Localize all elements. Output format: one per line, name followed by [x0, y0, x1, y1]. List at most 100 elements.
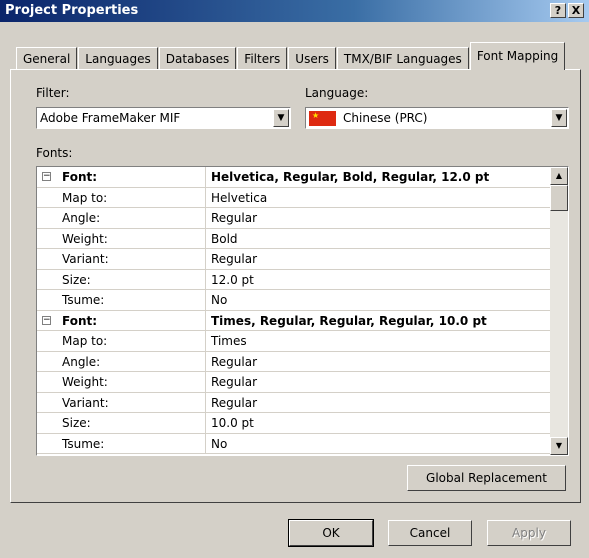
- row-gutter: [37, 413, 57, 433]
- font-property-row[interactable]: Variant: Regular: [37, 249, 550, 270]
- row-gutter: −: [37, 167, 57, 187]
- font-property-row[interactable]: Tsume: No: [37, 433, 550, 454]
- chevron-down-icon[interactable]: ▼: [551, 109, 567, 127]
- language-dropdown[interactable]: ★ Chinese (PRC) ▼: [305, 107, 569, 129]
- window-title: Project Properties: [5, 3, 139, 18]
- scroll-thumb[interactable]: [550, 185, 568, 211]
- column-divider: [205, 392, 206, 412]
- font-property-row[interactable]: Angle: Regular: [37, 351, 550, 372]
- column-divider: [205, 310, 206, 330]
- property-value[interactable]: Helvetica, Regular, Bold, Regular, 12.0 …: [211, 170, 489, 184]
- collapse-icon[interactable]: −: [42, 172, 51, 181]
- scroll-up-arrow-icon[interactable]: ▲: [550, 167, 568, 185]
- apply-button[interactable]: Apply: [487, 520, 571, 546]
- tab-font-mapping[interactable]: Font Mapping: [469, 42, 566, 70]
- font-group-header-row[interactable]: − Font: Helvetica, Regular, Bold, Regular,…: [37, 167, 550, 188]
- global-replacement-button[interactable]: Global Replacement: [407, 465, 566, 491]
- property-value[interactable]: No: [211, 293, 227, 307]
- property-name: Angle:: [62, 211, 101, 225]
- property-name: Variant:: [62, 395, 109, 410]
- font-property-row[interactable]: Variant: Regular: [37, 392, 550, 413]
- china-flag-icon: ★: [309, 111, 336, 126]
- font-property-row[interactable]: Size: 10.0 pt: [37, 413, 550, 434]
- font-property-row[interactable]: Tsume: No: [37, 290, 550, 311]
- column-divider: [205, 351, 206, 371]
- font-property-row[interactable]: Weight: Regular: [37, 372, 550, 393]
- column-divider: [205, 269, 206, 289]
- property-value[interactable]: Regular: [211, 355, 257, 369]
- font-property-row[interactable]: Map to: Helvetica: [37, 187, 550, 208]
- row-gutter: [37, 351, 57, 371]
- column-divider: [205, 433, 206, 453]
- property-value[interactable]: Bold: [211, 232, 238, 246]
- row-gutter: [37, 331, 57, 351]
- row-gutter: [37, 228, 57, 248]
- property-name: Size:: [62, 416, 91, 430]
- property-name: Font:: [62, 170, 98, 184]
- fonts-label: Fonts:: [36, 146, 73, 160]
- column-divider: [205, 413, 206, 433]
- property-value[interactable]: Regular: [211, 396, 257, 410]
- filter-dropdown[interactable]: Adobe FrameMaker MIF ▼: [36, 107, 291, 129]
- tab-filters[interactable]: Filters: [237, 47, 288, 69]
- property-name: Weight:: [62, 375, 108, 389]
- tab-databases[interactable]: Databases: [158, 47, 237, 69]
- row-gutter: −: [37, 310, 57, 330]
- column-divider: [205, 228, 206, 248]
- help-button[interactable]: ?: [550, 3, 566, 18]
- row-gutter: [37, 187, 57, 207]
- property-value[interactable]: Regular: [211, 375, 257, 389]
- property-name: Tsume:: [62, 436, 105, 451]
- row-gutter: [37, 290, 57, 310]
- property-value[interactable]: Times, Regular, Regular, Regular, 10.0 p…: [211, 314, 487, 328]
- property-value[interactable]: Times: [211, 334, 247, 348]
- font-property-row[interactable]: Weight: Bold: [37, 228, 550, 249]
- chevron-down-icon[interactable]: ▼: [273, 109, 289, 127]
- grid-rows: − Font: Helvetica, Regular, Bold, Regular,…: [37, 167, 550, 454]
- filter-label: Filter:: [36, 86, 70, 100]
- column-divider: [205, 290, 206, 310]
- close-button[interactable]: X: [568, 3, 584, 18]
- cancel-button[interactable]: Cancel: [388, 520, 472, 546]
- column-divider: [205, 331, 206, 351]
- property-value[interactable]: Regular: [211, 211, 257, 225]
- scroll-down-arrow-icon[interactable]: ▼: [550, 437, 568, 455]
- property-name: Tsume:: [62, 293, 105, 307]
- property-value[interactable]: Helvetica: [211, 191, 267, 205]
- tab-tmx-bif-languages[interactable]: TMX/BIF Languages: [336, 47, 469, 69]
- tab-users[interactable]: Users: [288, 47, 336, 69]
- font-property-row[interactable]: Angle: Regular: [37, 208, 550, 229]
- row-gutter: [37, 372, 57, 392]
- property-name: Map to:: [62, 334, 108, 348]
- row-gutter: [37, 392, 57, 412]
- property-value[interactable]: 10.0 pt: [211, 416, 254, 430]
- font-property-row[interactable]: Size: 12.0 pt: [37, 269, 550, 290]
- font-group-header-row[interactable]: − Font: Times, Regular, Regular, Regular, …: [37, 310, 550, 331]
- column-divider: [205, 187, 206, 207]
- property-value[interactable]: No: [211, 437, 227, 451]
- row-gutter: [37, 433, 57, 453]
- property-name: Variant:: [62, 252, 109, 266]
- row-gutter: [37, 249, 57, 269]
- collapse-icon[interactable]: −: [42, 315, 51, 325]
- property-value[interactable]: Regular: [211, 252, 257, 266]
- ok-button[interactable]: OK: [288, 519, 374, 547]
- property-name: Angle:: [62, 354, 101, 369]
- tab-strip: General Languages Databases Filters User…: [16, 40, 566, 70]
- property-name: Weight:: [62, 231, 108, 246]
- column-divider: [205, 372, 206, 392]
- font-property-grid[interactable]: − Font: Helvetica, Regular, Bold, Regular,…: [36, 166, 569, 456]
- row-gutter: [37, 269, 57, 289]
- row-gutter: [37, 208, 57, 228]
- vertical-scrollbar[interactable]: ▲ ▼: [550, 167, 568, 455]
- column-divider: [205, 208, 206, 228]
- filter-value: Adobe FrameMaker MIF: [40, 111, 181, 125]
- font-property-row[interactable]: Map to: Times: [37, 331, 550, 352]
- property-name: Size:: [62, 272, 91, 287]
- tab-general[interactable]: General: [16, 47, 78, 69]
- title-bar[interactable]: Project Properties ? X: [0, 0, 589, 22]
- project-properties-dialog: Project Properties ? X General Languages…: [0, 0, 589, 558]
- property-value[interactable]: 12.0 pt: [211, 273, 254, 287]
- tab-languages[interactable]: Languages: [78, 47, 158, 69]
- column-divider: [205, 167, 206, 187]
